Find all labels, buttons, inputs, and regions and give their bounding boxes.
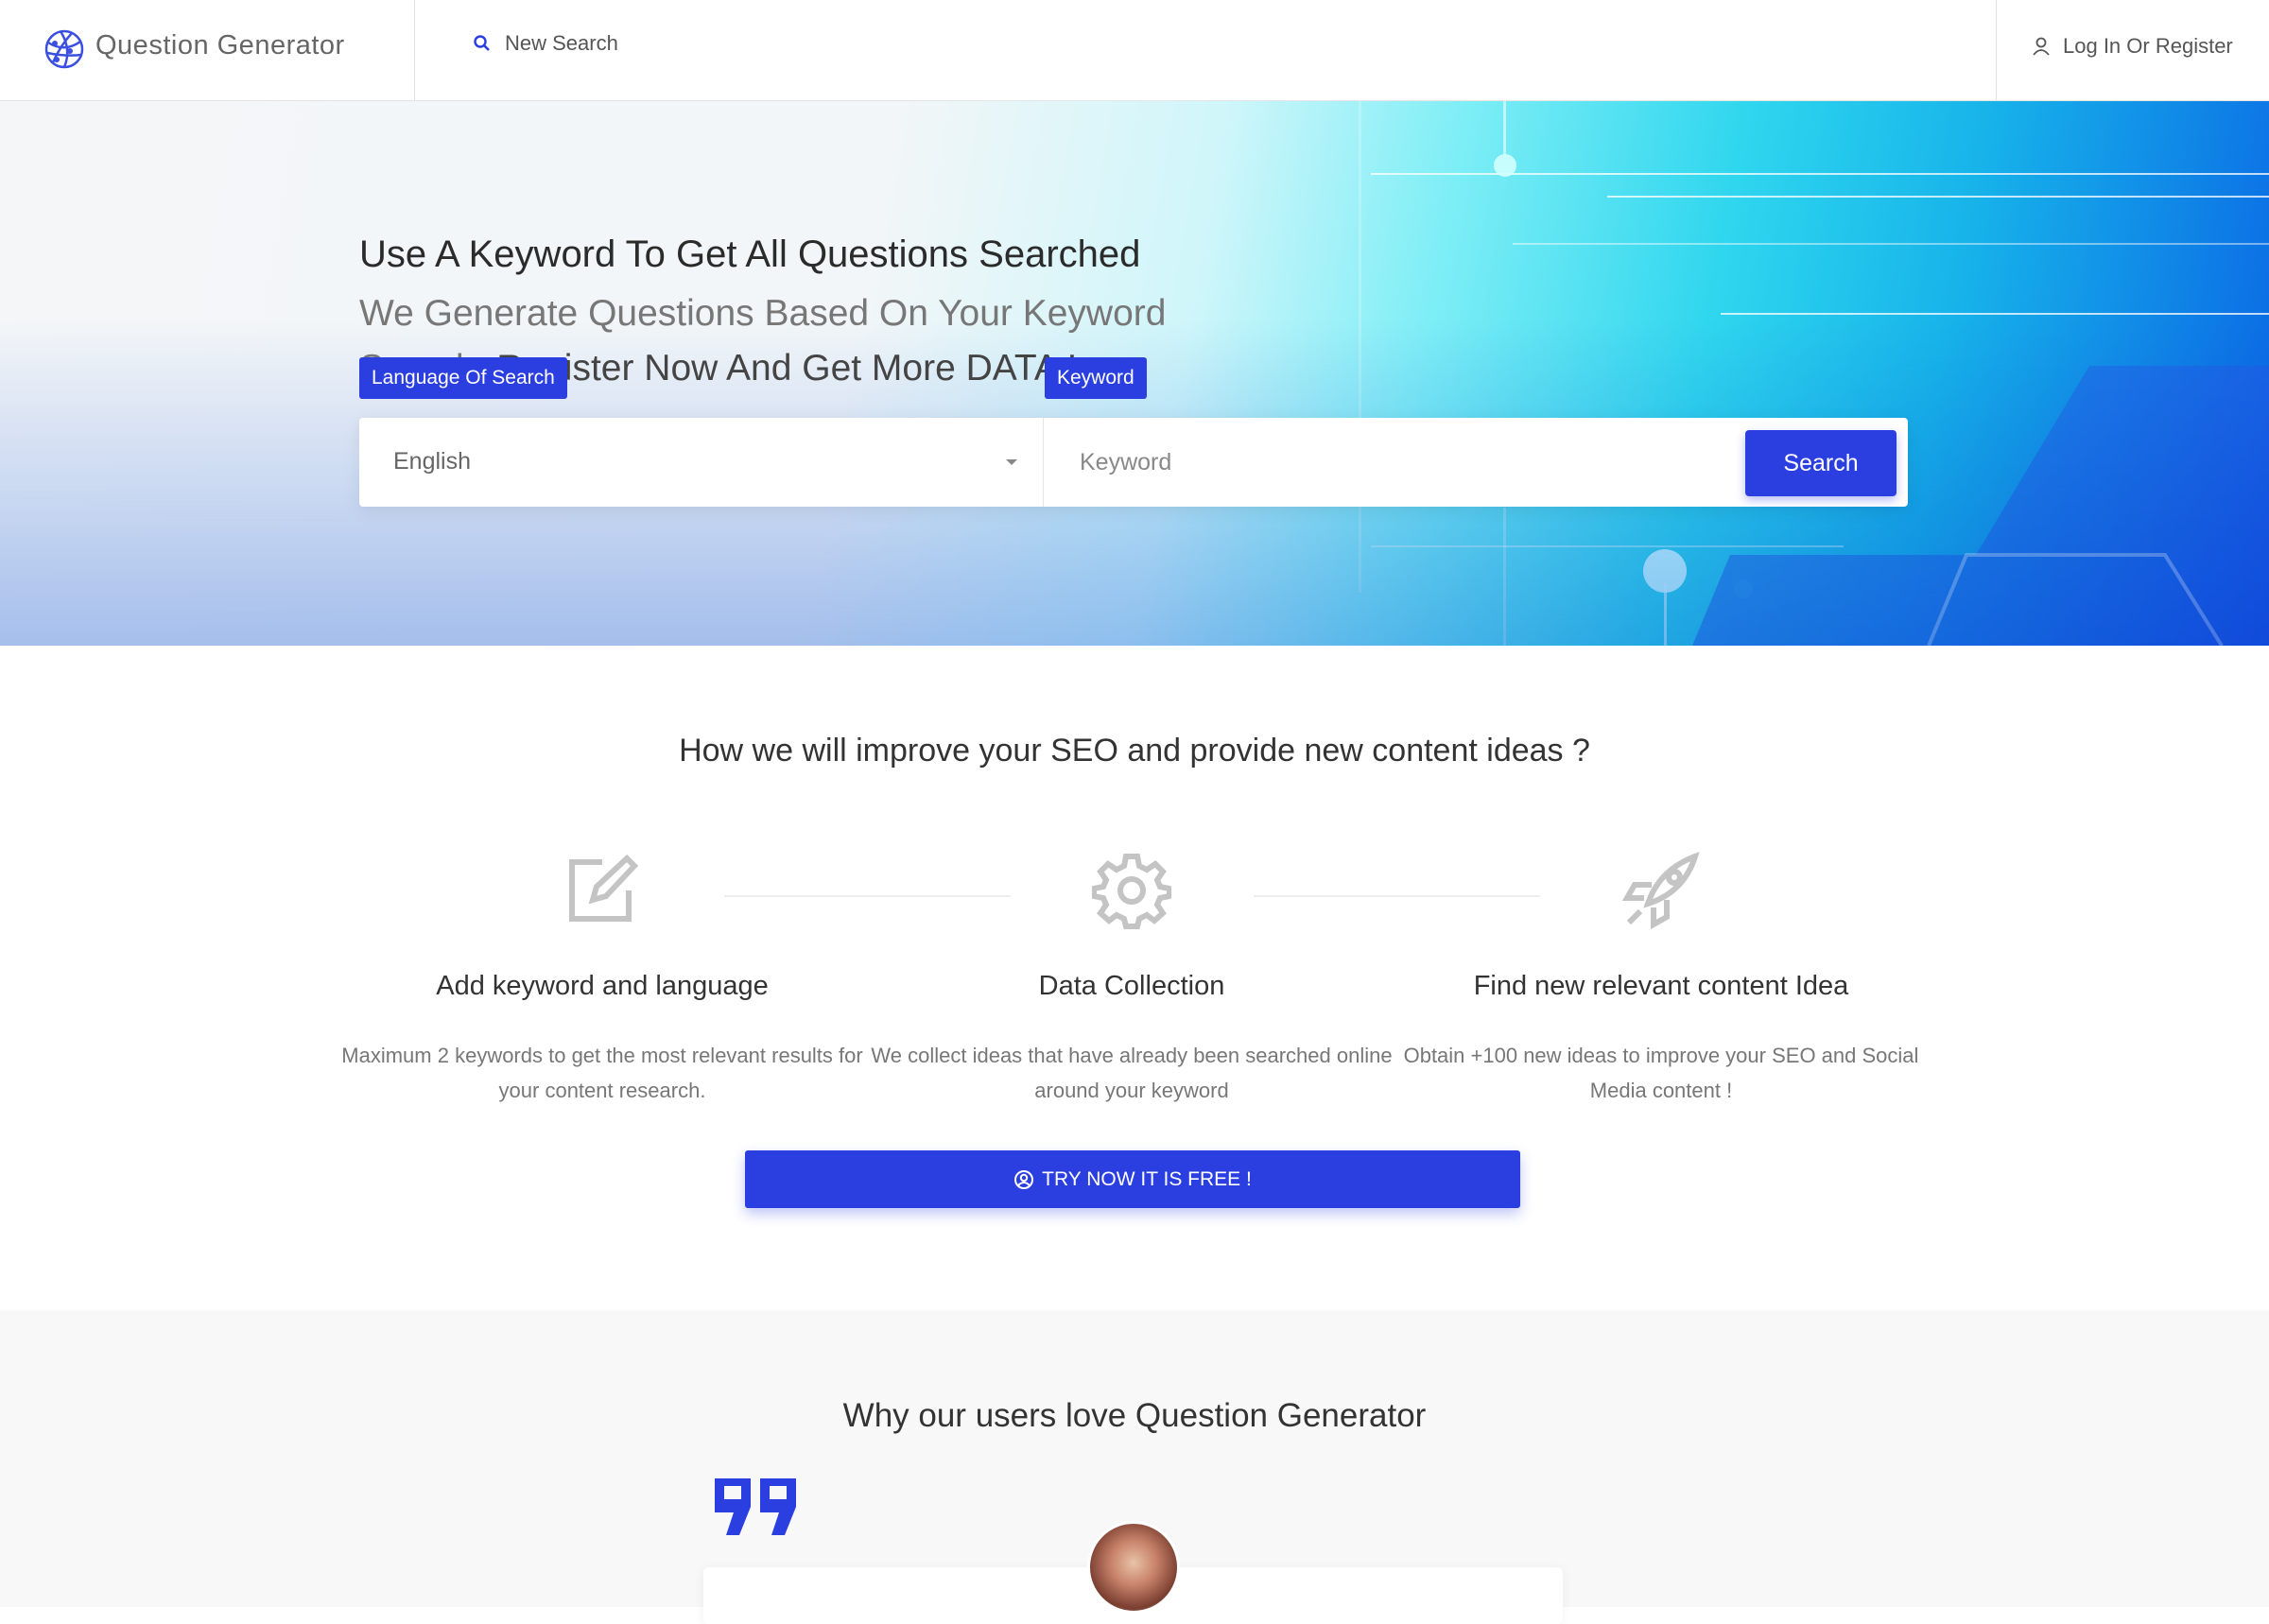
login-register-link[interactable]: Log In Or Register [2031,34,2233,59]
language-select[interactable]: English [359,418,1044,507]
divider [1996,0,1997,101]
feature-title: Data Collection [1038,971,1225,1001]
feature-item: Data Collection We collect ideas that ha… [867,851,1396,1108]
feature-desc: Obtain +100 new ideas to improve your SE… [1403,1044,1919,1102]
top-navbar: Question Generator New Search Log In Or … [0,0,2269,101]
search-button[interactable]: Search [1745,430,1897,496]
logo-globe-icon[interactable] [43,28,85,70]
hero-subtitle-strong: Register Now And Get More DATA ! [496,348,1078,389]
logo-text[interactable]: Question Generator [95,30,345,61]
new-search-link[interactable]: New Search [473,31,618,56]
language-badge: Language Of Search [359,357,567,399]
testimonials-heading: Why our users love Question Generator [842,1397,1427,1434]
try-now-button[interactable]: TRY NOW IT IS FREE ! [745,1150,1520,1208]
quote-icon [715,1478,796,1535]
keyword-input[interactable] [1044,418,1719,507]
hero-section: Use A Keyword To Get All Questions Searc… [0,101,2269,646]
features-heading: How we will improve your SEO and provide… [679,733,1590,769]
new-search-label: New Search [505,31,618,55]
search-form: English Search [359,418,1908,507]
feature-item: Find new relevant content Idea Obtain +1… [1396,851,1926,1108]
search-icon [474,35,490,51]
feature-title: Find new relevant content Idea [1473,971,1849,1001]
user-icon [2033,37,2050,56]
feature-item: Add keyword and language Maximum 2 keywo… [338,851,867,1108]
feature-title: Add keyword and language [436,971,769,1001]
gear-icon [1091,854,1172,929]
chevron-down-icon [1006,459,1017,465]
language-select-value: English [393,448,471,475]
try-now-label: TRY NOW IT IS FREE ! [1042,1167,1252,1190]
feature-desc: We collect ideas that have already been … [871,1044,1393,1102]
rocket-icon [1621,852,1700,930]
divider [414,0,415,101]
hero-title: Use A Keyword To Get All Questions Searc… [359,233,1141,275]
keyword-badge: Keyword [1045,357,1147,399]
login-label: Log In Or Register [2063,34,2233,58]
user-circle-icon [1014,1169,1034,1189]
edit-icon [569,854,639,922]
feature-desc: Maximum 2 keywords to get the most relev… [341,1044,863,1102]
avatar [1087,1521,1180,1614]
